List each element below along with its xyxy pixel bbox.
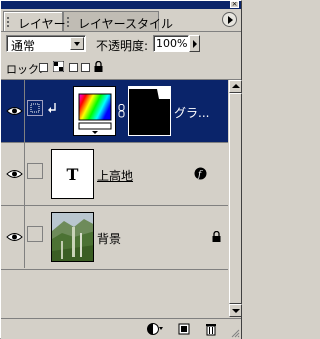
tab-layers-label: レイヤー — [18, 17, 66, 31]
layer-link-box[interactable] — [27, 163, 43, 179]
palette-bottom-bar — [1, 318, 241, 339]
scroll-up-button[interactable] — [229, 80, 242, 93]
layer-link-box[interactable] — [27, 226, 43, 242]
tab-layer-style-label: レイヤースタイル — [78, 17, 174, 31]
close-icon[interactable]: × — [230, 1, 239, 8]
lock-row: ロック: — [1, 57, 241, 80]
blend-mode-select[interactable]: 通常 — [6, 35, 86, 53]
lock-transparency-checkbox[interactable] — [39, 63, 48, 72]
layers-palette: × レイヤー レイヤースタイル 通常 不透明度: 100% ロック: グラ...… — [0, 0, 242, 339]
palette-tabs: レイヤー レイヤースタイル — [1, 9, 241, 32]
chevron-down-icon[interactable] — [70, 37, 84, 50]
lock-label: ロック: — [6, 63, 43, 76]
mask-shape — [129, 87, 170, 99]
tab-grip-icon — [7, 17, 16, 27]
thumb-letter: T — [66, 165, 79, 184]
layer-list-scrollbar[interactable] — [228, 80, 242, 317]
brush-icon — [30, 103, 40, 113]
mountain-photo — [52, 213, 93, 261]
resize-grip-icon[interactable] — [230, 328, 240, 338]
tab-layer-style[interactable]: レイヤースタイル — [63, 11, 173, 31]
eye-icon — [6, 107, 23, 115]
layer-mask-thumbnail[interactable] — [128, 86, 171, 136]
opacity-slider-button[interactable] — [189, 35, 200, 52]
blend-mode-value: 通常 — [11, 39, 36, 53]
half-circle-icon[interactable] — [146, 322, 164, 336]
layer-row[interactable]: 背景 — [1, 206, 228, 270]
layer-row[interactable]: グラ... — [1, 80, 228, 143]
new-layer-icon[interactable] — [177, 322, 195, 336]
palette-title-bar[interactable]: × — [1, 1, 241, 9]
tab-grip-icon — [67, 17, 76, 27]
chain-link-icon — [118, 104, 125, 118]
opacity-input[interactable]: 100% — [153, 35, 189, 52]
palette-menu-icon[interactable] — [222, 12, 237, 27]
visibility-toggle[interactable] — [2, 206, 25, 268]
visibility-toggle[interactable] — [2, 143, 25, 205]
scroll-thumb[interactable] — [229, 93, 242, 304]
f-effect-icon[interactable]: f — [194, 167, 207, 180]
checkerboard-icon — [53, 61, 64, 72]
blend-options-row: 通常 不透明度: 100% — [1, 32, 241, 56]
scroll-down-button[interactable] — [229, 304, 242, 317]
text-layer-thumbnail: T — [51, 149, 94, 199]
layer-link-box[interactable] — [27, 100, 43, 116]
background-thumbnail — [51, 212, 94, 262]
clip-arrow-icon — [48, 103, 56, 113]
layer-name: 上高地 — [97, 169, 134, 183]
padlock-icon — [94, 61, 103, 72]
layer-thumbnail — [73, 86, 116, 136]
visibility-toggle[interactable] — [2, 80, 25, 142]
padlock-icon — [212, 231, 221, 242]
lock-image-checkbox[interactable] — [69, 63, 78, 72]
layer-list: グラ... T 上高地 f 背景 — [1, 80, 228, 317]
layer-name: グラ... — [174, 106, 210, 120]
trash-icon[interactable] — [204, 322, 222, 336]
layer-row[interactable]: T 上高地 f — [1, 143, 228, 206]
opacity-label: 不透明度: — [96, 39, 149, 53]
gradient-fill-thumbnail — [78, 93, 112, 134]
eye-icon — [6, 233, 23, 241]
eye-icon — [6, 170, 23, 178]
lock-position-checkbox[interactable] — [81, 63, 90, 72]
tab-layers[interactable]: レイヤー — [3, 11, 66, 31]
layer-name: 背景 — [97, 232, 122, 246]
